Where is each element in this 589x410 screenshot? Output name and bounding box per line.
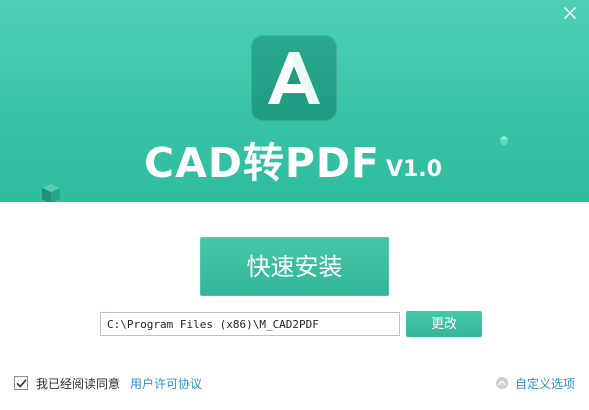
- change-path-button[interactable]: 更改: [406, 311, 482, 337]
- close-button[interactable]: [561, 4, 579, 22]
- agreement-row: 我已经阅读同意 用户许可协议: [14, 374, 202, 392]
- license-agreement-link[interactable]: 用户许可协议: [130, 375, 202, 392]
- app-title: CAD转PDF: [144, 139, 380, 187]
- agreement-checkbox[interactable]: [14, 376, 28, 390]
- chevron-up-circle-icon: [495, 376, 509, 390]
- agreement-text: 我已经阅读同意: [36, 376, 121, 391]
- custom-options-text: 自定义选项: [514, 376, 575, 391]
- close-icon: [563, 6, 577, 20]
- header-banner: CAD转PDF V1.0: [0, 0, 589, 202]
- app-version: V1.0: [385, 157, 442, 182]
- a-logo-icon: [268, 52, 320, 104]
- decorative-cube-left: [42, 184, 60, 202]
- checkmark-icon: [16, 379, 26, 387]
- app-title-group: CAD转PDF V1.0: [144, 136, 504, 190]
- app-logo: [251, 35, 337, 121]
- quick-install-button[interactable]: 快速安装: [200, 237, 389, 296]
- custom-options-link[interactable]: 自定义选项: [495, 374, 575, 392]
- installer-window: CAD转PDF V1.0 快速安装 更改 我已经阅读同意 用户许可协议 自定义选…: [0, 0, 589, 410]
- install-path-input[interactable]: [100, 312, 400, 336]
